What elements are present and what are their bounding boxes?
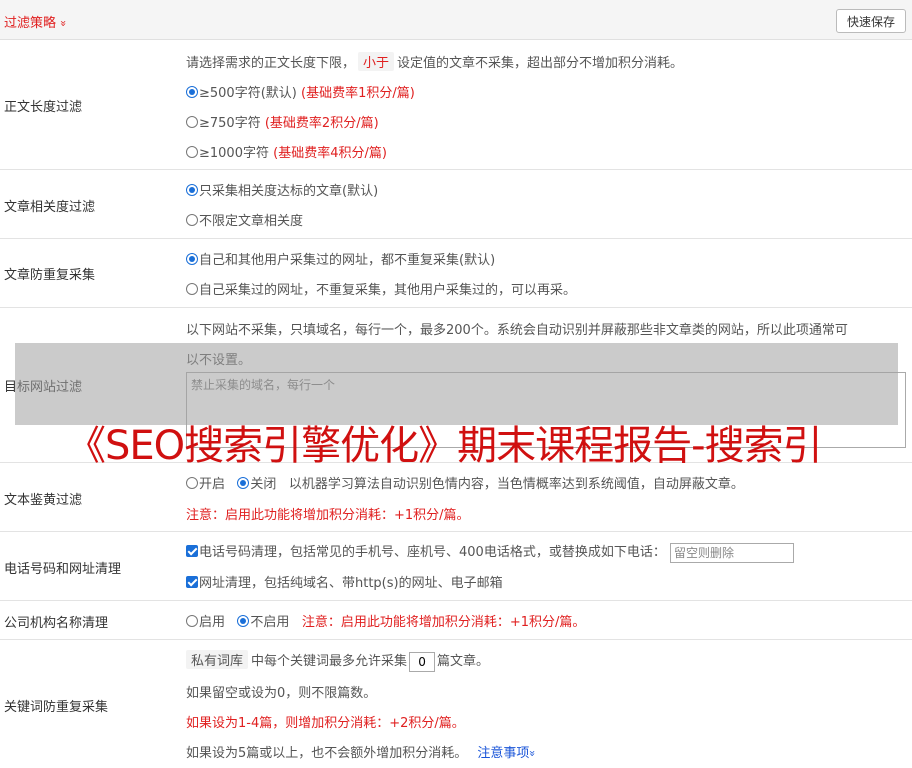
porn-filter-label: 文本鉴黄过滤 bbox=[4, 493, 83, 508]
dedup-option-self[interactable]: 自己采集过的网址，不重复采集，其他用户采集过的，可以再采。 bbox=[186, 279, 576, 298]
keyword-dedup-row: 关键词防重复采集 私有词库中每个关键词最多允许采集 篇文章。 如果留空或设为0，则… bbox=[0, 640, 912, 768]
keyword-rule-unlimited: 如果留空或设为0，则不限篇数。 bbox=[186, 686, 377, 701]
checkbox-url-clean[interactable] bbox=[186, 576, 198, 588]
relevance-label: 文章相关度过滤 bbox=[4, 200, 96, 215]
chevron-down-icon: » bbox=[56, 20, 70, 27]
keyword-limit-line: 私有词库中每个关键词最多允许采集 篇文章。 bbox=[186, 650, 489, 672]
relevance-option-any-label: 不限定文章相关度 bbox=[199, 214, 304, 229]
porn-filter-options: 开启 关闭 以机器学习算法自动识别色情内容，当色情概率达到系统阈值，自动屏蔽文章… bbox=[186, 473, 744, 492]
org-on-option[interactable]: 启用 bbox=[186, 615, 225, 630]
filter-header: 过滤策略» 快速保存 bbox=[0, 0, 912, 40]
text-length-desc-after: 设定值的文章不采集，超出部分不增加积分消耗。 bbox=[397, 56, 684, 71]
radio-length-1000[interactable] bbox=[186, 146, 198, 158]
porn-on-option[interactable]: 开启 bbox=[186, 477, 225, 492]
text-length-label: 正文长度过滤 bbox=[4, 100, 83, 115]
relevance-option-required[interactable]: 只采集相关度达标的文章(默认) bbox=[186, 180, 378, 199]
keyword-limit-before: 中每个关键词最多允许采集 bbox=[251, 654, 408, 669]
porn-filter-desc: 以机器学习算法自动识别色情内容，当色情概率达到系统阈值，自动屏蔽文章。 bbox=[288, 477, 744, 492]
phone-clean-label: 电话号码清理，包括常见的手机号、座机号、400电话格式，或替换成如下电话： bbox=[199, 545, 666, 560]
dedup-option-self-label: 自己采集过的网址，不重复采集，其他用户采集过的，可以再采。 bbox=[199, 283, 577, 298]
radio-porn-on[interactable] bbox=[186, 477, 198, 489]
url-clean-label: 网址清理，包括纯域名、带http(s)的网址、电子邮箱 bbox=[199, 576, 503, 591]
relevance-row: 文章相关度过滤 只采集相关度达标的文章(默认) 不限定文章相关度 bbox=[0, 170, 912, 239]
length-option-1000[interactable]: ≥1000字符 (基础费率4积分/篇) bbox=[186, 142, 387, 161]
porn-filter-row: 文本鉴黄过滤 开启 关闭 以机器学习算法自动识别色情内容，当色情概率达到系统阈值… bbox=[0, 463, 912, 532]
radio-org-on[interactable] bbox=[186, 615, 198, 627]
org-name-row: 公司机构名称清理 启用 不启用 注意：启用此功能将增加积分消耗：+1积分/篇。 bbox=[0, 601, 912, 640]
checkbox-phone-clean[interactable] bbox=[186, 545, 198, 557]
keyword-rule-free-text: 如果设为5篇或以上，也不会额外增加积分消耗。 bbox=[186, 746, 468, 761]
relevance-option-any[interactable]: 不限定文章相关度 bbox=[186, 210, 303, 229]
radio-org-off[interactable] bbox=[237, 615, 250, 627]
phone-clean-option: 电话号码清理，包括常见的手机号、座机号、400电话格式，或替换成如下电话： bbox=[186, 541, 794, 563]
text-length-row: 正文长度过滤 请选择需求的正文长度下限， 小于 设定值的文章不采集，超出部分不增加积… bbox=[0, 40, 912, 170]
filter-title-label: 过滤策略 bbox=[4, 16, 57, 31]
porn-filter-note: 注意：启用此功能将增加积分消耗：+1积分/篇。 bbox=[186, 508, 470, 523]
radio-relevance-any[interactable] bbox=[186, 214, 198, 226]
site-filter-label: 目标网站过滤 bbox=[4, 380, 83, 395]
dedup-row: 文章防重复采集 自己和其他用户采集过的网址，都不重复采集(默认) 自己采集过的网… bbox=[0, 239, 912, 308]
notes-link-label: 注意事项 bbox=[477, 746, 530, 761]
org-name-note: 注意：启用此功能将增加积分消耗：+1积分/篇。 bbox=[301, 615, 586, 630]
length-option-750[interactable]: ≥750字符 (基础费率2积分/篇) bbox=[186, 112, 379, 131]
org-name-options: 启用 不启用 注意：启用此功能将增加积分消耗：+1积分/篇。 bbox=[186, 611, 585, 630]
porn-off-label: 关闭 bbox=[250, 477, 277, 492]
org-on-label: 启用 bbox=[199, 615, 226, 630]
keyword-rule-free: 如果设为5篇或以上，也不会额外增加积分消耗。 注意事项» bbox=[186, 742, 540, 761]
relevance-option-required-label: 只采集相关度达标的文章(默认) bbox=[199, 184, 379, 199]
site-filter-desc-2: 以不设置。 bbox=[186, 353, 252, 368]
notes-link[interactable]: 注意事项» bbox=[477, 746, 540, 761]
replacement-phone-input[interactable] bbox=[669, 542, 794, 563]
length-option-500[interactable]: ≥500字符(默认) (基础费率1积分/篇) bbox=[186, 82, 415, 101]
org-off-label: 不启用 bbox=[250, 615, 290, 630]
private-lexicon-badge[interactable]: 私有词库 bbox=[186, 650, 249, 669]
dedup-label: 文章防重复采集 bbox=[4, 268, 96, 283]
keyword-dedup-label: 关键词防重复采集 bbox=[4, 700, 109, 715]
org-off-option[interactable]: 不启用 bbox=[237, 615, 289, 630]
url-clean-option: 网址清理，包括纯域名、带http(s)的网址、电子邮箱 bbox=[186, 572, 503, 591]
org-name-label: 公司机构名称清理 bbox=[4, 616, 109, 631]
radio-length-750[interactable] bbox=[186, 116, 198, 128]
radio-length-500[interactable] bbox=[186, 86, 198, 98]
radio-dedup-all[interactable] bbox=[186, 253, 198, 265]
dedup-option-all[interactable]: 自己和其他用户采集过的网址，都不重复采集(默认) bbox=[186, 249, 495, 268]
keyword-limit-input[interactable] bbox=[409, 651, 436, 672]
length-option-1000-note: (基础费率4积分/篇) bbox=[273, 146, 387, 161]
length-option-500-note: (基础费率1积分/篇) bbox=[301, 86, 415, 101]
chevron-down-icon: » bbox=[526, 750, 540, 757]
dedup-option-all-label: 自己和其他用户采集过的网址，都不重复采集(默认) bbox=[199, 253, 496, 268]
length-option-1000-label: ≥1000字符 bbox=[199, 146, 269, 161]
blocked-domains-textarea[interactable] bbox=[186, 372, 906, 448]
quick-save-button[interactable]: 快速保存 bbox=[836, 9, 906, 33]
porn-on-label: 开启 bbox=[199, 477, 226, 492]
less-than-badge: 小于 bbox=[358, 52, 395, 71]
keyword-limit-after: 篇文章。 bbox=[437, 654, 490, 669]
keyword-rule-cost: 如果设为1-4篇，则增加积分消耗：+2积分/篇。 bbox=[186, 716, 465, 731]
text-length-desc: 请选择需求的正文长度下限， 小于 设定值的文章不采集，超出部分不增加积分消耗。 bbox=[186, 52, 683, 71]
phone-url-label: 电话号码和网址清理 bbox=[4, 562, 122, 577]
radio-dedup-self[interactable] bbox=[186, 283, 198, 295]
phone-url-row: 电话号码和网址清理 电话号码清理，包括常见的手机号、座机号、400电话格式，或替… bbox=[0, 532, 912, 601]
porn-off-option[interactable]: 关闭 bbox=[237, 477, 276, 492]
filter-title[interactable]: 过滤策略» bbox=[4, 12, 70, 31]
length-option-750-label: ≥750字符 bbox=[199, 116, 261, 131]
length-option-750-note: (基础费率2积分/篇) bbox=[264, 116, 379, 131]
site-filter-desc-1: 以下网站不采集，只填域名，每行一个，最多200个。系统会自动识别并屏蔽那些非文章… bbox=[186, 323, 848, 338]
radio-porn-off[interactable] bbox=[237, 477, 250, 489]
radio-relevance-required[interactable] bbox=[186, 184, 198, 196]
length-option-500-label: ≥500字符(默认) bbox=[199, 86, 297, 101]
text-length-desc-before: 请选择需求的正文长度下限， bbox=[186, 56, 356, 71]
